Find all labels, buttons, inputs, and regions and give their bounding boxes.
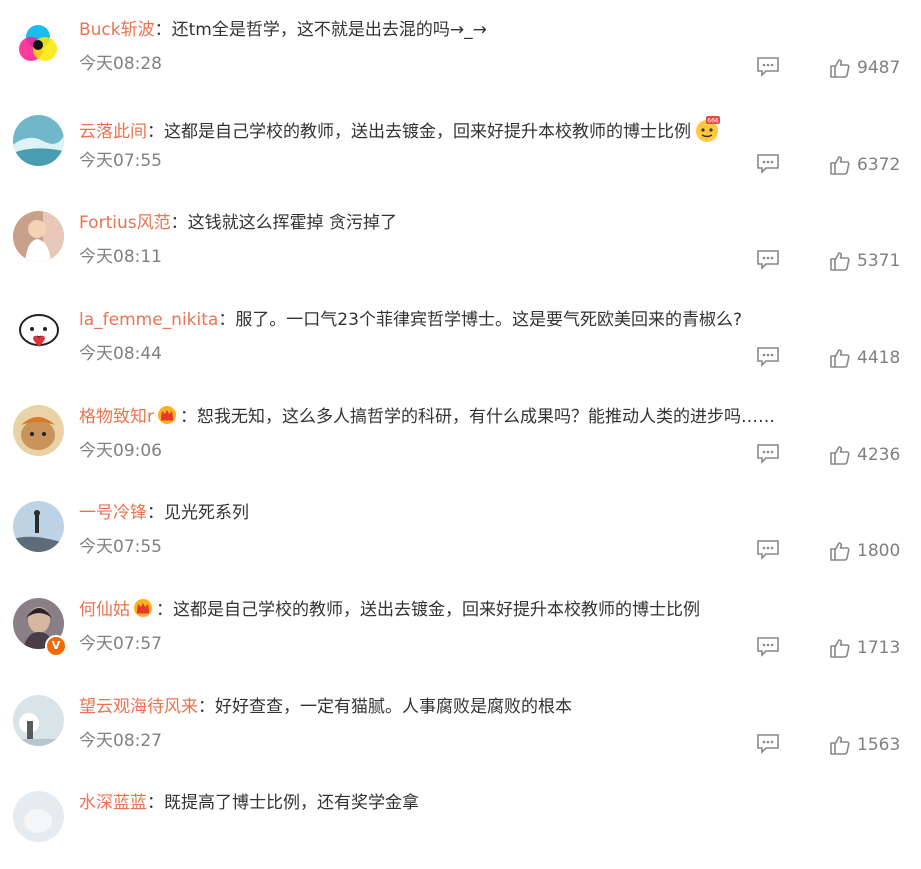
user-avatar[interactable] [13, 211, 64, 262]
like-count: 5371 [857, 251, 901, 271]
comment-text: 既提高了博士比例，还有奖学金拿 [164, 793, 419, 813]
like-count: 1563 [857, 735, 901, 755]
reply-icon[interactable] [756, 539, 780, 561]
like-button[interactable]: 1800 [829, 539, 900, 563]
username-link[interactable]: 何仙姑 [79, 600, 130, 620]
comment-time: 今天07:55 [79, 537, 162, 557]
reply-icon[interactable] [756, 733, 780, 755]
thumbs-up-icon [830, 252, 850, 271]
comment-text: 好好查查，一定有猫腻。人事腐败是腐败的根本 [215, 697, 572, 717]
reply-icon[interactable] [756, 346, 780, 368]
comment-text: 见光死系列 [164, 503, 249, 523]
reply-icon[interactable] [756, 56, 780, 78]
comment-item: Fortius风范：这钱就这么挥霍掉 贪污掉了 今天08:11 5371 [0, 193, 921, 289]
like-count: 1713 [857, 638, 901, 658]
thumbs-up-icon [830, 736, 850, 755]
user-avatar[interactable] [13, 115, 64, 166]
comment-item: 水深蓝蓝：既提高了博士比例，还有奖学金拿 [0, 773, 921, 869]
colon-separator: ： [156, 600, 173, 620]
username-link[interactable]: Fortius风范 [79, 213, 171, 233]
username-link[interactable]: 格物致知r [79, 407, 154, 427]
comment-line: 水深蓝蓝：既提高了博士比例，还有奖学金拿 [79, 791, 419, 815]
comment-line: 一号冷锋：见光死系列 [79, 501, 249, 525]
like-button[interactable]: 6372 [829, 153, 900, 177]
colon-separator: ： [218, 310, 236, 330]
like-button[interactable]: 5371 [829, 249, 900, 273]
comment-text: 这钱就这么挥霍掉 贪污掉了 [187, 213, 397, 233]
comment-item: 格物致知r ：恕我无知，这么多人搞哲学的科研，有什么成果吗？能推动人类的进步吗……… [0, 387, 921, 483]
like-button[interactable]: 4236 [829, 443, 900, 467]
like-count: 4418 [857, 348, 901, 368]
like-button[interactable]: 4418 [829, 346, 900, 370]
comment-text: 还tm全是哲学，这不就是出去混的吗→_→ [171, 20, 487, 40]
user-avatar[interactable] [13, 18, 64, 69]
like-button[interactable]: 9487 [829, 56, 900, 80]
user-avatar[interactable] [13, 791, 64, 842]
colon-separator: ： [180, 407, 197, 427]
verified-badge-icon: V [45, 635, 67, 657]
comment-item: Buck斩波：还tm全是哲学，这不就是出去混的吗→_→ 今天08:28 9487 [0, 0, 921, 96]
colon-separator: ： [147, 122, 164, 142]
comment-item: V 何仙姑 ：这都是自己学校的教师，送出去镀金，回来好提升本校教师的博士比例 今天… [0, 580, 921, 676]
svg-text:666: 666 [707, 118, 719, 125]
username-link[interactable]: Buck斩波 [79, 20, 155, 40]
reply-icon[interactable] [756, 636, 780, 658]
crown-badge-icon [132, 598, 154, 625]
user-avatar[interactable] [13, 695, 64, 746]
username-link[interactable]: 望云观海待风来 [79, 697, 198, 717]
comment-item: 一号冷锋：见光死系列 今天07:55 1800 [0, 483, 921, 579]
comment-time: 今天08:27 [79, 731, 162, 751]
comment-line: la_femme_nikita：服了。一口气23个菲律宾哲学博士。这是要气死欧美… [79, 308, 742, 332]
comment-line: 望云观海待风来：好好查查，一定有猫腻。人事腐败是腐败的根本 [79, 695, 572, 719]
comment-time: 今天07:57 [79, 634, 162, 654]
username-link[interactable]: 一号冷锋 [79, 503, 147, 523]
thumbs-up-icon [830, 639, 850, 658]
thumbs-up-icon [830, 156, 850, 175]
like-count: 9487 [857, 58, 901, 78]
reply-icon[interactable] [756, 249, 780, 271]
comment-line: Fortius风范：这钱就这么挥霍掉 贪污掉了 [79, 211, 397, 235]
comment-item: 望云观海待风来：好好查查，一定有猫腻。人事腐败是腐败的根本 今天08:27 15… [0, 677, 921, 773]
comment-text: 服了。一口气23个菲律宾哲学博士。这是要气死欧美回来的青椒么? [235, 310, 742, 330]
user-avatar[interactable] [13, 308, 64, 359]
colon-separator: ： [147, 503, 164, 523]
like-count: 4236 [857, 445, 901, 465]
reply-icon[interactable] [756, 443, 780, 465]
reply-icon[interactable] [756, 153, 780, 175]
comment-text: 这都是自己学校的教师，送出去镀金，回来好提升本校教师的博士比例 [164, 122, 691, 142]
comment-time: 今天07:55 [79, 151, 162, 171]
comment-item: 云落此间：这都是自己学校的教师，送出去镀金，回来好提升本校教师的博士比例 666 … [0, 97, 921, 193]
comment-time: 今天09:06 [79, 441, 162, 461]
comment-line: 云落此间：这都是自己学校的教师，送出去镀金，回来好提升本校教师的博士比例 666 [79, 115, 721, 150]
like-count: 1800 [857, 541, 901, 561]
comment-item: la_femme_nikita：服了。一口气23个菲律宾哲学博士。这是要气死欧美… [0, 290, 921, 386]
comment-time: 今天08:28 [79, 54, 162, 74]
like-button[interactable]: 1713 [829, 636, 900, 660]
colon-separator: ： [198, 697, 215, 717]
colon-separator: ： [154, 20, 172, 40]
user-avatar[interactable] [13, 405, 64, 456]
comment-time: 今天08:44 [79, 344, 162, 364]
colon-separator: ： [147, 793, 164, 813]
crown-badge-icon [156, 405, 178, 432]
thumbs-up-icon [830, 59, 850, 78]
username-link[interactable]: la_femme_nikita [79, 310, 218, 330]
username-link[interactable]: 水深蓝蓝 [79, 793, 147, 813]
comment-line: Buck斩波：还tm全是哲学，这不就是出去混的吗→_→ [79, 18, 487, 42]
666-emoji-icon: 666 [693, 115, 721, 150]
thumbs-up-icon [830, 446, 850, 465]
user-avatar[interactable] [13, 501, 64, 552]
like-button[interactable]: 1563 [829, 733, 900, 757]
thumbs-up-icon [830, 349, 850, 368]
comment-line: 格物致知r ：恕我无知，这么多人搞哲学的科研，有什么成果吗？能推动人类的进步吗…… [79, 405, 775, 432]
comment-time: 今天08:11 [79, 247, 162, 267]
like-count: 6372 [857, 155, 901, 175]
username-link[interactable]: 云落此间 [79, 122, 147, 142]
colon-separator: ： [170, 213, 188, 233]
comment-line: 何仙姑 ：这都是自己学校的教师，送出去镀金，回来好提升本校教师的博士比例 [79, 598, 700, 625]
thumbs-up-icon [830, 542, 850, 561]
comment-text: 这都是自己学校的教师，送出去镀金，回来好提升本校教师的博士比例 [173, 600, 700, 620]
comment-text: 恕我无知，这么多人搞哲学的科研，有什么成果吗？能推动人类的进步吗…… [197, 407, 775, 427]
